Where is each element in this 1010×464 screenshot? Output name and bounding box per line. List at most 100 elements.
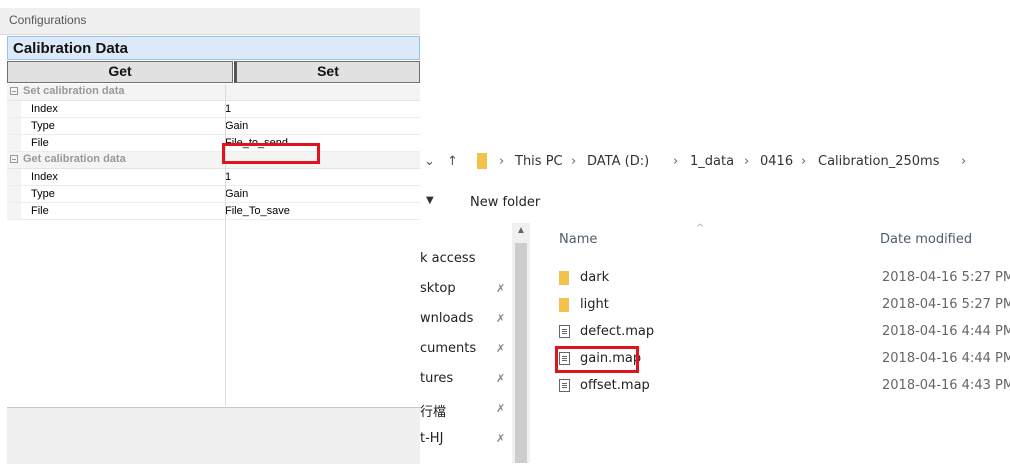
- property-row-index[interactable]: Index 1: [7, 101, 420, 118]
- breadcrumb-this-pc[interactable]: This PC: [515, 154, 563, 169]
- file-list: ^ Name Date modified dark 2018-04-16 5:2…: [550, 223, 1010, 463]
- collapse-icon[interactable]: [10, 87, 18, 95]
- collapse-icon[interactable]: [10, 155, 18, 163]
- property-key: Index: [31, 103, 58, 115]
- category-get-calibration-data[interactable]: Get calibration data: [7, 152, 420, 169]
- file-name: offset.map: [580, 378, 650, 393]
- navigation-scrollbar[interactable]: ▲: [512, 223, 530, 463]
- folder-icon: [477, 153, 487, 169]
- breadcrumb-separator-icon[interactable]: ›: [673, 154, 678, 169]
- category-label: Set calibration data: [23, 85, 125, 97]
- row-gutter: [7, 186, 21, 202]
- file-name: light: [580, 297, 609, 312]
- document-icon: [559, 379, 570, 392]
- file-date: 2018-04-16 4:44 PM: [882, 324, 1010, 339]
- column-header-date-modified[interactable]: Date modified: [880, 232, 972, 247]
- explorer-toolbar: ▼ New folder: [420, 193, 1010, 217]
- breadcrumb-0416[interactable]: 0416: [760, 154, 793, 169]
- breadcrumb-separator-icon[interactable]: ›: [571, 154, 576, 169]
- property-key: File: [31, 205, 49, 217]
- file-explorer: ⌄ ↑ › This PC › DATA (D:) › 1_data › 041…: [420, 0, 1010, 463]
- nav-item-hj[interactable]: t-HJ ✗: [420, 431, 512, 451]
- property-row-type[interactable]: Type Gain: [7, 186, 420, 203]
- file-name: dark: [580, 270, 610, 285]
- property-row-type[interactable]: Type Gain: [7, 118, 420, 135]
- breadcrumb-data-drive[interactable]: DATA (D:): [587, 154, 649, 169]
- property-row-file[interactable]: File File_to_send: [7, 135, 420, 152]
- property-value[interactable]: Gain: [225, 120, 248, 132]
- property-grid: Set calibration data Index 1 Type Gain F…: [7, 84, 420, 220]
- category-set-calibration-data[interactable]: Set calibration data: [7, 84, 420, 101]
- pin-icon: ✗: [496, 282, 506, 295]
- get-button[interactable]: Get: [7, 61, 233, 83]
- nav-item-label: cuments: [420, 341, 477, 356]
- file-to-save-value[interactable]: File_To_save: [225, 205, 290, 217]
- nav-item-label: k access: [420, 251, 476, 266]
- file-date: 2018-04-16 5:27 PM: [882, 270, 1010, 285]
- column-header-name[interactable]: Name: [559, 232, 597, 247]
- file-name: defect.map: [580, 324, 655, 339]
- breadcrumb-separator-icon[interactable]: ›: [801, 154, 806, 169]
- breadcrumb-separator-icon[interactable]: ›: [744, 154, 749, 169]
- property-key: Type: [31, 120, 55, 132]
- nav-item-pictures[interactable]: tures ✗: [420, 371, 512, 391]
- chevron-down-icon[interactable]: ⌄: [424, 154, 435, 169]
- scrollbar-thumb[interactable]: [515, 243, 527, 463]
- nav-item-documents[interactable]: cuments ✗: [420, 341, 512, 361]
- property-value[interactable]: Gain: [225, 188, 248, 200]
- folder-icon: [559, 298, 569, 312]
- row-gutter: [7, 169, 21, 185]
- up-arrow-icon[interactable]: ↑: [447, 154, 458, 169]
- category-label: Get calibration data: [23, 153, 126, 165]
- file-row-light[interactable]: light 2018-04-16 5:27 PM: [550, 295, 1010, 317]
- nav-item-label: tures: [420, 371, 454, 386]
- row-gutter: [7, 101, 21, 117]
- configurations-header: Configurations: [0, 8, 420, 35]
- nav-item-folder-cjk[interactable]: 行檔 ✗: [420, 401, 512, 421]
- highlight-box-gain-map: [555, 346, 639, 373]
- calibration-data-title-bar: Calibration Data: [7, 36, 420, 60]
- new-folder-button[interactable]: New folder: [470, 195, 540, 210]
- highlight-box-file-to-send: [222, 143, 320, 164]
- configurations-title: Configurations: [9, 13, 87, 27]
- breadcrumb-calibration-250ms[interactable]: Calibration_250ms: [818, 154, 939, 169]
- description-pane: [7, 407, 420, 464]
- file-row-defect-map[interactable]: defect.map 2018-04-16 4:44 PM: [550, 322, 1010, 344]
- row-gutter: [7, 118, 21, 134]
- address-bar[interactable]: ⌄ ↑ › This PC › DATA (D:) › 1_data › 041…: [420, 148, 1010, 178]
- file-date: 2018-04-16 5:27 PM: [882, 297, 1010, 312]
- nav-item-label: t-HJ: [420, 431, 444, 446]
- scroll-up-arrow-icon[interactable]: ▲: [516, 225, 526, 236]
- file-row-offset-map[interactable]: offset.map 2018-04-16 4:43 PM: [550, 376, 1010, 398]
- get-set-button-row: Get Set: [7, 61, 420, 83]
- breadcrumb-separator-icon[interactable]: ›: [961, 154, 966, 169]
- file-row-dark[interactable]: dark 2018-04-16 5:27 PM: [550, 268, 1010, 290]
- column-divider[interactable]: [225, 84, 226, 406]
- property-row-file[interactable]: File File_To_save: [7, 203, 420, 220]
- property-row-index[interactable]: Index 1: [7, 169, 420, 186]
- nav-item-desktop[interactable]: sktop ✗: [420, 281, 512, 301]
- pin-icon: ✗: [496, 402, 506, 415]
- pin-icon: ✗: [496, 372, 506, 385]
- folder-icon: [559, 271, 569, 285]
- breadcrumb-1-data[interactable]: 1_data: [690, 154, 734, 169]
- property-key: Index: [31, 171, 58, 183]
- nav-item-quick-access[interactable]: k access: [420, 251, 512, 271]
- nav-item-label: 行檔: [420, 405, 447, 420]
- sort-caret-icon: ^: [696, 223, 705, 234]
- nav-item-label: wnloads: [420, 311, 474, 326]
- pin-icon: ✗: [496, 312, 506, 325]
- file-date: 2018-04-16 4:44 PM: [882, 351, 1010, 366]
- file-date: 2018-04-16 4:43 PM: [882, 378, 1010, 393]
- nav-item-label: sktop: [420, 281, 456, 296]
- set-button[interactable]: Set: [234, 61, 420, 83]
- document-icon: [559, 325, 570, 338]
- calibration-data-title: Calibration Data: [13, 40, 129, 57]
- dropdown-arrow-icon[interactable]: ▼: [426, 195, 434, 206]
- breadcrumb-separator-icon[interactable]: ›: [499, 154, 504, 169]
- row-gutter: [7, 203, 21, 219]
- pin-icon: ✗: [496, 432, 506, 445]
- property-key: File: [31, 137, 49, 149]
- nav-item-downloads[interactable]: wnloads ✗: [420, 311, 512, 331]
- row-gutter: [7, 135, 21, 151]
